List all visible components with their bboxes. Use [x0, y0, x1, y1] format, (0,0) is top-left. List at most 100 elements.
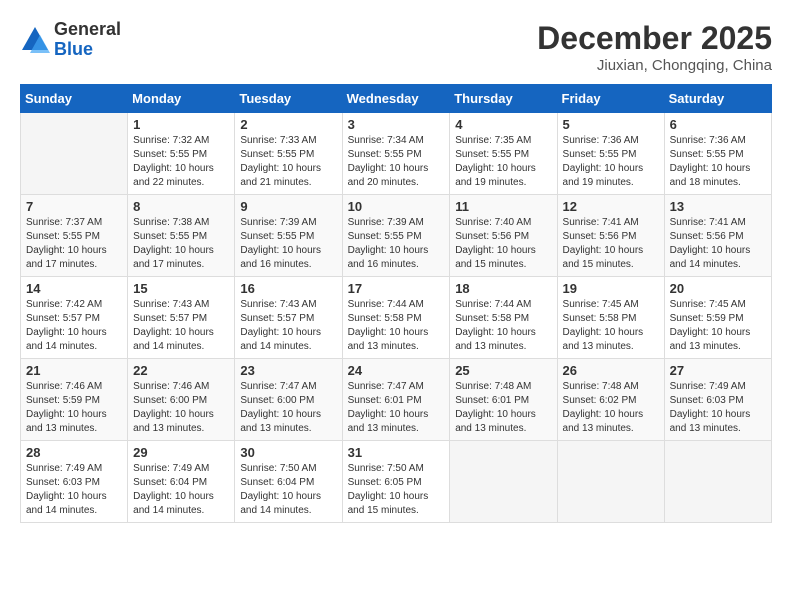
weekday-header: Thursday: [450, 85, 557, 113]
location-text: Jiuxian, Chongqing, China: [537, 57, 772, 74]
day-info: Sunrise: 7:39 AM Sunset: 5:55 PM Dayligh…: [348, 216, 445, 272]
day-info: Sunrise: 7:43 AM Sunset: 5:57 PM Dayligh…: [240, 298, 336, 354]
calendar-cell: 18 Sunrise: 7:44 AM Sunset: 5:58 PM Dayli…: [450, 277, 557, 359]
day-info: Sunrise: 7:49 AM Sunset: 6:03 PM Dayligh…: [26, 462, 122, 518]
day-number: 27: [670, 363, 766, 378]
day-info: Sunrise: 7:35 AM Sunset: 5:55 PM Dayligh…: [455, 134, 551, 190]
day-info: Sunrise: 7:44 AM Sunset: 5:58 PM Dayligh…: [455, 298, 551, 354]
day-info: Sunrise: 7:41 AM Sunset: 5:56 PM Dayligh…: [670, 216, 766, 272]
calendar-header-row: SundayMondayTuesdayWednesdayThursdayFrid…: [21, 85, 772, 113]
day-number: 10: [348, 199, 445, 214]
day-info: Sunrise: 7:39 AM Sunset: 5:55 PM Dayligh…: [240, 216, 336, 272]
calendar-week-row: 14 Sunrise: 7:42 AM Sunset: 5:57 PM Dayli…: [21, 277, 772, 359]
calendar-cell: 16 Sunrise: 7:43 AM Sunset: 5:57 PM Dayli…: [235, 277, 342, 359]
day-number: 25: [455, 363, 551, 378]
calendar-cell: [557, 441, 664, 523]
calendar-cell: [450, 441, 557, 523]
calendar-cell: 15Sunrise: 7:43 AM Sunset: 5:57 PM Dayli…: [128, 277, 235, 359]
day-number: 4: [455, 117, 551, 132]
day-info: Sunrise: 7:34 AM Sunset: 5:55 PM Dayligh…: [348, 134, 445, 190]
day-number: 15: [133, 281, 229, 296]
calendar-cell: 25Sunrise: 7:48 AM Sunset: 6:01 PM Dayli…: [450, 359, 557, 441]
day-info: Sunrise: 7:40 AM Sunset: 5:56 PM Dayligh…: [455, 216, 551, 272]
calendar-cell: 17 Sunrise: 7:44 AM Sunset: 5:58 PM Dayli…: [342, 277, 450, 359]
calendar-cell: 28Sunrise: 7:49 AM Sunset: 6:03 PM Dayli…: [21, 441, 128, 523]
calendar-cell: 10 Sunrise: 7:39 AM Sunset: 5:55 PM Dayli…: [342, 195, 450, 277]
calendar-cell: 4 Sunrise: 7:35 AM Sunset: 5:55 PM Daylig…: [450, 113, 557, 195]
day-number: 12: [563, 199, 659, 214]
calendar-cell: 29Sunrise: 7:49 AM Sunset: 6:04 PM Dayli…: [128, 441, 235, 523]
day-info: Sunrise: 7:48 AM Sunset: 6:02 PM Dayligh…: [563, 380, 659, 436]
day-info: Sunrise: 7:41 AM Sunset: 5:56 PM Dayligh…: [563, 216, 659, 272]
day-info: Sunrise: 7:47 AM Sunset: 6:00 PM Dayligh…: [240, 380, 336, 436]
logo-general-text: General: [54, 20, 121, 40]
logo-blue-text: Blue: [54, 40, 121, 60]
calendar-cell: 9 Sunrise: 7:39 AM Sunset: 5:55 PM Daylig…: [235, 195, 342, 277]
day-number: 24: [348, 363, 445, 378]
weekday-header: Monday: [128, 85, 235, 113]
calendar-week-row: 28Sunrise: 7:49 AM Sunset: 6:03 PM Dayli…: [21, 441, 772, 523]
calendar-cell: 24 Sunrise: 7:47 AM Sunset: 6:01 PM Dayli…: [342, 359, 450, 441]
day-info: Sunrise: 7:32 AM Sunset: 5:55 PM Dayligh…: [133, 134, 229, 190]
day-info: Sunrise: 7:45 AM Sunset: 5:59 PM Dayligh…: [670, 298, 766, 354]
day-number: 20: [670, 281, 766, 296]
day-number: 18: [455, 281, 551, 296]
calendar-cell: 8 Sunrise: 7:38 AM Sunset: 5:55 PM Daylig…: [128, 195, 235, 277]
day-number: 16: [240, 281, 336, 296]
title-block: December 2025 Jiuxian, Chongqing, China: [537, 20, 772, 74]
day-info: Sunrise: 7:44 AM Sunset: 5:58 PM Dayligh…: [348, 298, 445, 354]
calendar-cell: 14 Sunrise: 7:42 AM Sunset: 5:57 PM Dayli…: [21, 277, 128, 359]
calendar-week-row: 7Sunrise: 7:37 AM Sunset: 5:55 PM Daylig…: [21, 195, 772, 277]
calendar-cell: 3 Sunrise: 7:34 AM Sunset: 5:55 PM Daylig…: [342, 113, 450, 195]
calendar-cell: 31 Sunrise: 7:50 AM Sunset: 6:05 PM Dayli…: [342, 441, 450, 523]
calendar-cell: 13 Sunrise: 7:41 AM Sunset: 5:56 PM Dayli…: [664, 195, 771, 277]
day-number: 1: [133, 117, 229, 132]
logo-icon: [20, 25, 50, 55]
calendar-cell: 19 Sunrise: 7:45 AM Sunset: 5:58 PM Dayli…: [557, 277, 664, 359]
day-info: Sunrise: 7:36 AM Sunset: 5:55 PM Dayligh…: [670, 134, 766, 190]
weekday-header: Saturday: [664, 85, 771, 113]
month-title: December 2025: [537, 20, 772, 57]
day-number: 13: [670, 199, 766, 214]
day-number: 11: [455, 199, 551, 214]
calendar-cell: 5Sunrise: 7:36 AM Sunset: 5:55 PM Daylig…: [557, 113, 664, 195]
calendar-week-row: 21 Sunrise: 7:46 AM Sunset: 5:59 PM Dayli…: [21, 359, 772, 441]
day-info: Sunrise: 7:50 AM Sunset: 6:05 PM Dayligh…: [348, 462, 445, 518]
day-info: Sunrise: 7:46 AM Sunset: 6:00 PM Dayligh…: [133, 380, 229, 436]
day-number: 3: [348, 117, 445, 132]
calendar-cell: [664, 441, 771, 523]
day-number: 23: [240, 363, 336, 378]
calendar-cell: [21, 113, 128, 195]
day-number: 26: [563, 363, 659, 378]
calendar-cell: 21 Sunrise: 7:46 AM Sunset: 5:59 PM Dayli…: [21, 359, 128, 441]
day-number: 17: [348, 281, 445, 296]
logo: General Blue: [20, 20, 121, 60]
day-info: Sunrise: 7:42 AM Sunset: 5:57 PM Dayligh…: [26, 298, 122, 354]
calendar-cell: 27 Sunrise: 7:49 AM Sunset: 6:03 PM Dayli…: [664, 359, 771, 441]
calendar-cell: 22 Sunrise: 7:46 AM Sunset: 6:00 PM Dayli…: [128, 359, 235, 441]
calendar-cell: 7Sunrise: 7:37 AM Sunset: 5:55 PM Daylig…: [21, 195, 128, 277]
day-number: 30: [240, 445, 336, 460]
calendar-cell: 30 Sunrise: 7:50 AM Sunset: 6:04 PM Dayli…: [235, 441, 342, 523]
day-number: 22: [133, 363, 229, 378]
day-info: Sunrise: 7:50 AM Sunset: 6:04 PM Dayligh…: [240, 462, 336, 518]
weekday-header: Tuesday: [235, 85, 342, 113]
day-info: Sunrise: 7:38 AM Sunset: 5:55 PM Dayligh…: [133, 216, 229, 272]
day-number: 9: [240, 199, 336, 214]
day-number: 29: [133, 445, 229, 460]
weekday-header: Sunday: [21, 85, 128, 113]
calendar-cell: 23 Sunrise: 7:47 AM Sunset: 6:00 PM Dayli…: [235, 359, 342, 441]
calendar-table: SundayMondayTuesdayWednesdayThursdayFrid…: [20, 84, 772, 523]
day-number: 14: [26, 281, 122, 296]
day-info: Sunrise: 7:46 AM Sunset: 5:59 PM Dayligh…: [26, 380, 122, 436]
day-number: 19: [563, 281, 659, 296]
day-number: 21: [26, 363, 122, 378]
day-info: Sunrise: 7:49 AM Sunset: 6:03 PM Dayligh…: [670, 380, 766, 436]
calendar-cell: 11 Sunrise: 7:40 AM Sunset: 5:56 PM Dayli…: [450, 195, 557, 277]
day-info: Sunrise: 7:45 AM Sunset: 5:58 PM Dayligh…: [563, 298, 659, 354]
day-number: 31: [348, 445, 445, 460]
calendar-cell: 12 Sunrise: 7:41 AM Sunset: 5:56 PM Dayli…: [557, 195, 664, 277]
day-number: 5: [563, 117, 659, 132]
day-info: Sunrise: 7:47 AM Sunset: 6:01 PM Dayligh…: [348, 380, 445, 436]
day-number: 8: [133, 199, 229, 214]
